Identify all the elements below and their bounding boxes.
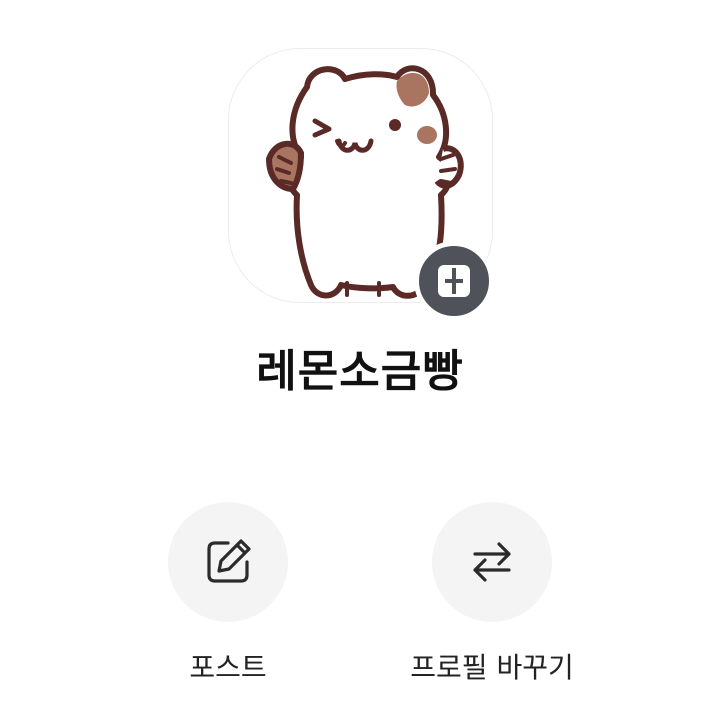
avatar-container[interactable]: [228, 48, 502, 321]
profile-switch-badge-icon: [438, 265, 470, 297]
profile-name: 레몬소금빵: [256, 346, 464, 397]
profile-switch-badge[interactable]: [414, 241, 494, 321]
profile-screen: 레몬소금빵 포스트 프로필 바꾸기: [0, 0, 720, 720]
swap-arrows-icon: [473, 542, 511, 582]
post-button-circle[interactable]: [168, 502, 288, 622]
switch-profile-button-circle[interactable]: [432, 502, 552, 622]
edit-icon: [207, 539, 251, 583]
post-button[interactable]: 포스트: [108, 502, 348, 688]
switch-profile-button[interactable]: 프로필 바꾸기: [372, 502, 612, 688]
switch-profile-button-label: 프로필 바꾸기: [410, 651, 574, 684]
post-button-label: 포스트: [189, 651, 267, 684]
